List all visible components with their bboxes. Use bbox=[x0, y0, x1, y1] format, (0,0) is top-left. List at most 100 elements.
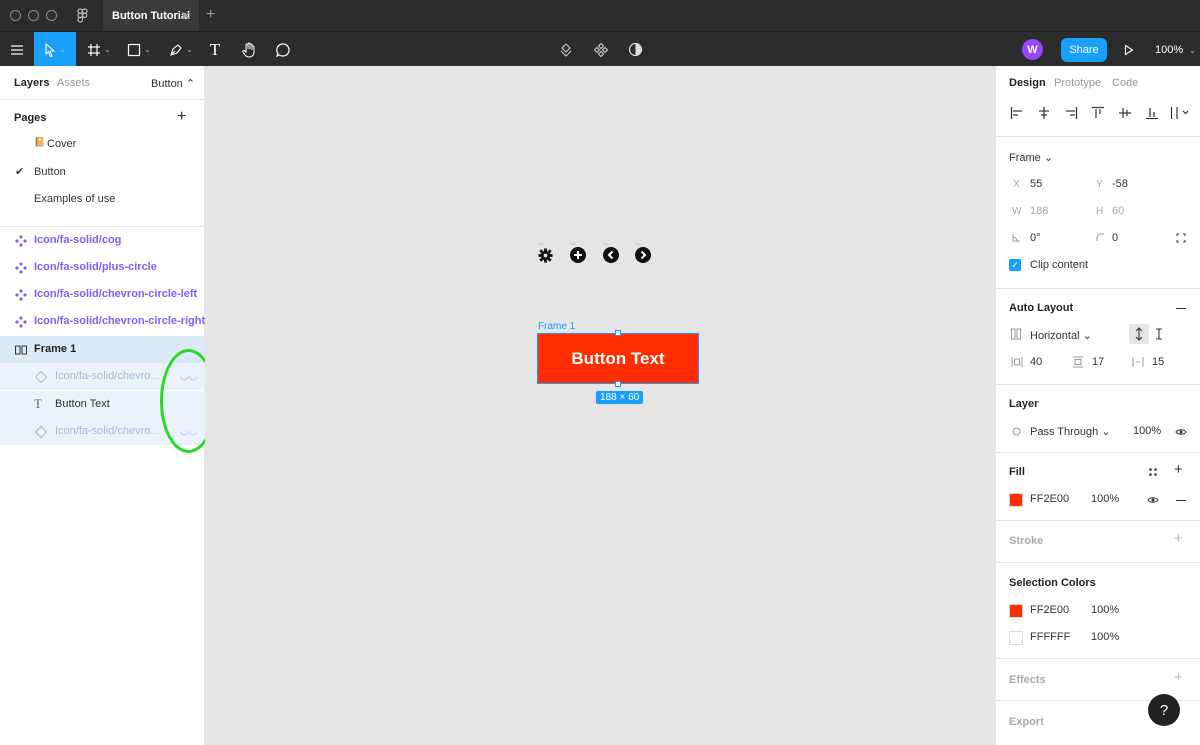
horizontal-padding-input[interactable]: 15 bbox=[1152, 356, 1164, 368]
text-tool-button[interactable]: T bbox=[205, 32, 225, 67]
remove-fill-icon[interactable] bbox=[1176, 500, 1186, 501]
page-item-examples[interactable]: Examples of use bbox=[0, 186, 205, 213]
x-input[interactable]: 55 bbox=[1030, 178, 1042, 190]
fill-opacity-input[interactable]: 100% bbox=[1091, 493, 1119, 505]
eye-icon[interactable] bbox=[1147, 496, 1159, 504]
zoom-dropdown[interactable]: 100% ⌄ bbox=[1155, 44, 1196, 56]
comment-tool-button[interactable] bbox=[272, 32, 294, 67]
auto-layout-title: Auto Layout bbox=[1009, 302, 1074, 314]
add-stroke-icon[interactable]: + bbox=[1174, 530, 1183, 547]
clip-content-checkbox[interactable]: ✓ bbox=[1009, 259, 1021, 271]
chevron-circle-left-icon[interactable] bbox=[603, 247, 619, 263]
tab-close-icon[interactable]: ✕ bbox=[181, 9, 191, 23]
align-horizontal-center-icon[interactable] bbox=[1037, 106, 1051, 120]
tab-design[interactable]: Design bbox=[1009, 77, 1046, 89]
toolbar: ⌄ ⌄ ⌄ ⌄ T W Share 100% ⌄ bbox=[0, 31, 1200, 67]
resize-vertical-button[interactable] bbox=[1129, 324, 1149, 344]
user-avatar[interactable]: W bbox=[1022, 39, 1043, 60]
layer-item[interactable]: Icon/fa-solid/cog bbox=[0, 227, 205, 254]
effects-title: Effects bbox=[1009, 674, 1046, 686]
move-tool-button[interactable]: ⌄ bbox=[34, 32, 76, 67]
selection-color-hex[interactable]: FFFFFF bbox=[1030, 631, 1070, 643]
text-cursor-icon[interactable] bbox=[1154, 328, 1164, 340]
fill-hex-input[interactable]: FF2E00 bbox=[1030, 493, 1069, 505]
tab-prototype[interactable]: Prototype bbox=[1054, 77, 1101, 89]
align-top-icon[interactable] bbox=[1091, 106, 1105, 120]
independent-corners-icon[interactable] bbox=[1176, 233, 1186, 243]
align-left-icon[interactable] bbox=[1010, 106, 1024, 120]
y-input[interactable]: -58 bbox=[1112, 178, 1128, 190]
selection-color-opacity[interactable]: 100% bbox=[1091, 631, 1119, 643]
horizontal-padding-icon bbox=[1132, 357, 1144, 367]
chevron-down-icon: ⌄ bbox=[59, 45, 66, 54]
detach-instance-icon[interactable] bbox=[556, 32, 576, 67]
minimize-window-icon[interactable] bbox=[28, 10, 39, 21]
styles-grid-icon[interactable] bbox=[1148, 467, 1158, 477]
plus-circle-icon[interactable] bbox=[570, 247, 586, 263]
new-tab-icon[interactable]: + bbox=[206, 6, 215, 24]
add-effect-icon[interactable]: + bbox=[1174, 669, 1183, 686]
fill-color-swatch[interactable] bbox=[1009, 493, 1023, 507]
pen-tool-button[interactable]: ⌄ bbox=[166, 32, 196, 67]
component-icon bbox=[15, 289, 27, 301]
page-item-cover[interactable]: 📔 Cover bbox=[0, 131, 205, 158]
export-title: Export bbox=[1009, 716, 1044, 728]
frame-label[interactable]: Frame 1 bbox=[538, 321, 575, 332]
tab-layers[interactable]: Layers bbox=[14, 77, 49, 89]
distribute-icon[interactable] bbox=[1170, 106, 1190, 120]
resize-handle[interactable] bbox=[615, 330, 621, 336]
chevron-circle-right-icon[interactable] bbox=[635, 247, 651, 263]
stroke-title: Stroke bbox=[1009, 535, 1044, 547]
height-input[interactable]: 60 bbox=[1112, 205, 1124, 217]
layer-opacity-input[interactable]: 100% bbox=[1133, 425, 1161, 437]
align-bottom-icon[interactable] bbox=[1145, 106, 1159, 120]
direction-dropdown[interactable]: Horizontal ⌄ bbox=[1030, 329, 1092, 342]
stroke-section: Stroke + bbox=[996, 520, 1200, 562]
chevron-down-icon: ⌄ bbox=[104, 45, 111, 54]
spacing-input[interactable]: 40 bbox=[1030, 356, 1042, 368]
layer-item[interactable]: Icon/fa-solid/chevron-circle-right bbox=[0, 308, 205, 335]
align-vertical-center-icon[interactable] bbox=[1118, 106, 1132, 120]
tab-button-tutorial[interactable]: Button Tutorial ✕ bbox=[103, 0, 199, 31]
selection-color-swatch[interactable] bbox=[1009, 604, 1023, 618]
contrast-icon[interactable] bbox=[625, 32, 645, 67]
eye-icon[interactable] bbox=[1175, 428, 1187, 436]
canvas[interactable]: ⋯ ⋯ ⋯ ⋯ Frame 1 Button Text 188 × 60 bbox=[205, 66, 995, 745]
tab-assets[interactable]: Assets bbox=[57, 77, 90, 89]
width-input[interactable]: 188 bbox=[1030, 205, 1048, 217]
cog-icon[interactable] bbox=[538, 248, 553, 263]
radius-input[interactable]: 0 bbox=[1112, 232, 1118, 244]
pen-icon bbox=[170, 43, 182, 56]
selection-color-hex[interactable]: FF2E00 bbox=[1030, 604, 1069, 616]
maximize-window-icon[interactable] bbox=[46, 10, 57, 21]
main-menu-icon[interactable] bbox=[0, 32, 34, 67]
resize-handle[interactable] bbox=[615, 381, 621, 387]
page-dropdown[interactable]: Button ⌃ bbox=[151, 77, 195, 90]
figma-logo-icon[interactable] bbox=[77, 8, 88, 23]
selection-color-opacity[interactable]: 100% bbox=[1091, 604, 1119, 616]
align-right-icon[interactable] bbox=[1064, 106, 1078, 120]
remove-auto-layout-icon[interactable] bbox=[1176, 308, 1186, 309]
shape-tool-button[interactable]: ⌄ bbox=[124, 32, 154, 67]
help-button[interactable]: ? bbox=[1148, 694, 1180, 726]
close-window-icon[interactable] bbox=[10, 10, 21, 21]
hand-tool-button[interactable] bbox=[238, 32, 260, 67]
book-icon: 📔 bbox=[34, 137, 46, 147]
page-item-button[interactable]: ✔ Button bbox=[0, 159, 205, 186]
share-button[interactable]: Share bbox=[1061, 38, 1107, 62]
blend-mode-dropdown[interactable]: Pass Through ⌄ bbox=[1030, 425, 1111, 438]
present-play-icon[interactable] bbox=[1121, 32, 1137, 67]
add-page-button[interactable]: + bbox=[177, 108, 186, 126]
vertical-padding-input[interactable]: 17 bbox=[1092, 356, 1104, 368]
rotation-input[interactable]: 0° bbox=[1030, 232, 1041, 244]
tab-code[interactable]: Code bbox=[1112, 77, 1138, 89]
button-frame[interactable]: Button Text bbox=[537, 333, 699, 384]
add-fill-icon[interactable]: + bbox=[1174, 461, 1183, 478]
layer-item[interactable]: Icon/fa-solid/plus-circle bbox=[0, 254, 205, 281]
selection-color-swatch[interactable] bbox=[1009, 631, 1023, 645]
page-label: Cover bbox=[47, 138, 77, 150]
frame-type-dropdown[interactable]: Frame ⌄ bbox=[1009, 151, 1053, 164]
frame-tool-button[interactable]: ⌄ bbox=[84, 32, 114, 67]
component-icon[interactable] bbox=[591, 32, 611, 67]
layer-item[interactable]: Icon/fa-solid/chevron-circle-left bbox=[0, 281, 205, 308]
